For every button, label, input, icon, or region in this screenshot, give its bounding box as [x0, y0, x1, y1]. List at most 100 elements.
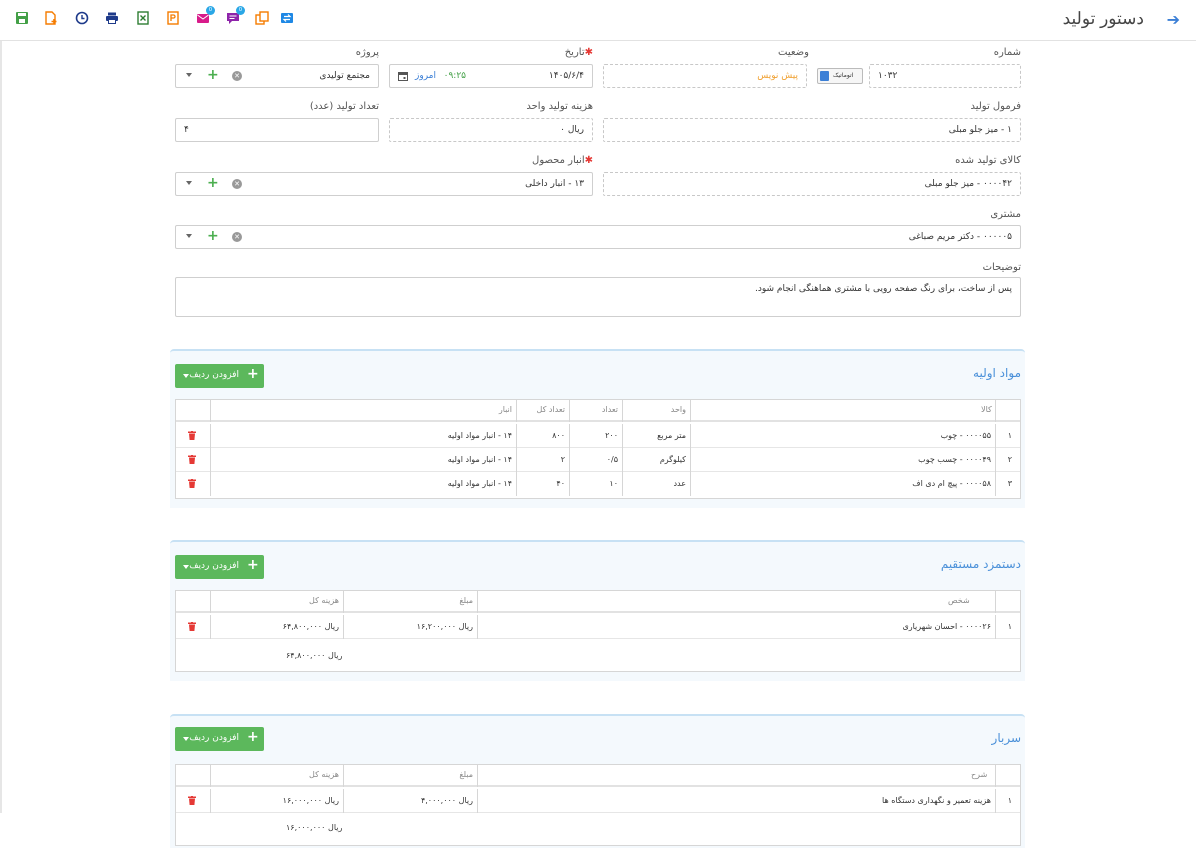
status-label: وضعیت	[778, 47, 809, 58]
col-item: کالا	[690, 400, 995, 422]
message-icon[interactable]: 0	[196, 6, 215, 25]
chevron-down-icon[interactable]	[183, 374, 189, 378]
date-label: ✱تاریخ	[564, 47, 593, 58]
col-amount: مبلغ	[343, 765, 477, 787]
toggle-swatch	[820, 71, 829, 81]
labor-table: هزینه کل مبلغ شخص ریال ۶۴,۸۰۰,۰۰۰ ریال ۱…	[175, 590, 1021, 672]
date-field[interactable]: ۱۴۰۵/۶/۴ ۰۹:۲۵ امروز	[389, 64, 593, 88]
delete-icon[interactable]	[188, 431, 196, 440]
overhead-table: هزینه کل مبلغ شرح ریال ۱۶,۰۰۰,۰۰۰ ریال ۴…	[175, 764, 1021, 846]
clear-icon[interactable]: ✕	[232, 71, 242, 81]
customer-value: ۰۰۰۰۰۵ - دکتر مریم صباغی	[908, 232, 1012, 242]
col-warehouse: انبار	[210, 400, 516, 422]
message-badge: 0	[206, 6, 215, 15]
delete-icon[interactable]	[188, 479, 196, 488]
warehouse-label: ✱انبار محصول	[532, 155, 593, 166]
save-icon[interactable]	[15, 11, 29, 25]
quantity-label: تعداد تولید (عدد)	[309, 101, 379, 112]
unit-cost-label: هزینه تولید واحد	[526, 101, 593, 112]
add-labor-row-button[interactable]: + افزودن ردیف	[175, 555, 264, 579]
warehouse-select[interactable]: ۱۳ - انبار داخلی + ✕	[175, 172, 593, 196]
back-arrow-icon[interactable]: ➔	[1167, 10, 1180, 29]
delete-icon[interactable]	[188, 455, 196, 464]
chevron-down-icon[interactable]	[183, 565, 189, 569]
chevron-down-icon[interactable]	[186, 181, 192, 185]
product-field: ۰۰۰۰۴۲ - میز جلو مبلی	[603, 172, 1021, 196]
table-row[interactable]: ۱۴ - انبار مواد اولیه ۸۰۰ ۲۰۰ متر مربع ۰…	[176, 424, 1020, 448]
pdf-icon[interactable]	[166, 11, 180, 25]
add-icon[interactable]: +	[207, 229, 219, 243]
delete-icon[interactable]	[188, 796, 196, 805]
chevron-down-icon[interactable]	[186, 73, 192, 77]
table-header: انبار تعداد کل تعداد واحد کالا	[176, 400, 1020, 422]
chevron-down-icon[interactable]	[183, 737, 189, 741]
project-select[interactable]: مجتمع تولیدی + ✕	[175, 64, 379, 88]
copy-icon[interactable]	[255, 11, 269, 25]
col-total: هزینه کل	[210, 591, 343, 613]
project-label: پروژه	[355, 47, 379, 58]
col-desc: شرح	[477, 765, 995, 787]
chat-badge: 0	[236, 6, 245, 15]
chat-icon[interactable]: 0	[226, 6, 245, 25]
number-field[interactable]: ۱۰۳۲	[869, 64, 1021, 88]
excel-icon[interactable]	[136, 11, 150, 25]
clear-icon[interactable]: ✕	[232, 232, 242, 242]
table-row[interactable]: ۱۴ - انبار مواد اولیه ۲ ۰/۵ کیلوگرم ۰۰۰۰…	[176, 448, 1020, 472]
today-link[interactable]: امروز	[415, 71, 436, 81]
table-row[interactable]: ریال ۶۴,۸۰۰,۰۰۰ ریال ۱۶,۲۰۰,۰۰۰ ۰۰۰۰۲۶ -…	[176, 615, 1020, 639]
add-icon[interactable]: +	[207, 68, 219, 82]
overhead-sum: ریال ۱۶,۰۰۰,۰۰۰	[286, 823, 343, 832]
quantity-input[interactable]: ۴	[175, 118, 379, 142]
overhead-title: سربار	[991, 731, 1021, 745]
clear-icon[interactable]: ✕	[232, 179, 242, 189]
materials-table: انبار تعداد کل تعداد واحد کالا ۱۴ - انبا…	[175, 399, 1021, 499]
page-title: دستور تولید	[1062, 9, 1144, 28]
plus-icon: +	[247, 366, 259, 382]
overhead-panel: سربار + افزودن ردیف هزینه کل مبلغ شرح ری…	[170, 714, 1025, 848]
formula-field: ۱ - میز جلو مبلی	[603, 118, 1021, 142]
unit-cost-value: ریال ۰	[560, 125, 584, 135]
print-icon[interactable]	[105, 11, 119, 25]
notes-value: پس از ساخت، برای رنگ صفحه رویی با مشتری …	[755, 284, 1012, 294]
customer-select[interactable]: ۰۰۰۰۰۵ - دکتر مریم صباغی + ✕	[175, 225, 1021, 249]
table-row[interactable]: ریال ۱۶,۰۰۰,۰۰۰ ریال ۴,۰۰۰,۰۰۰ هزینه تعم…	[176, 789, 1020, 813]
col-amount: مبلغ	[343, 591, 477, 613]
notes-label: توضیحات	[982, 262, 1021, 273]
notes-textarea[interactable]: پس از ساخت، برای رنگ صفحه رویی با مشتری …	[175, 277, 1021, 317]
plus-icon: +	[247, 557, 259, 573]
auto-number-toggle[interactable]: اتوماتیک	[817, 68, 863, 84]
calendar-icon[interactable]	[398, 71, 408, 81]
labor-panel: دستمزد مستقیم + افزودن ردیف هزینه کل مبل…	[170, 540, 1025, 681]
labor-sum: ریال ۶۴,۸۰۰,۰۰۰	[286, 651, 343, 660]
plus-icon: +	[247, 729, 259, 745]
formula-label: فرمول تولید	[970, 101, 1021, 112]
new-document-icon[interactable]	[44, 11, 58, 25]
table-row[interactable]: ۱۴ - انبار مواد اولیه ۴۰ ۱۰ عدد ۰۰۰۰۵۸ -…	[176, 472, 1020, 496]
col-qty: تعداد	[569, 400, 622, 422]
add-icon[interactable]: +	[207, 176, 219, 190]
status-value: پیش نویس	[757, 71, 798, 81]
table-header: هزینه کل مبلغ شرح	[176, 765, 1020, 787]
add-material-row-button[interactable]: + افزودن ردیف	[175, 364, 264, 388]
materials-panel: مواد اولیه + افزودن ردیف انبار تعداد کل …	[170, 349, 1025, 508]
auto-label: اتوماتیک	[833, 72, 854, 79]
history-icon[interactable]	[75, 11, 89, 25]
unit-cost-field: ریال ۰	[389, 118, 593, 142]
quantity-value: ۴	[184, 125, 189, 135]
top-bar: ➔ دستور تولید 0 0	[0, 0, 1196, 41]
col-total-qty: تعداد کل	[516, 400, 569, 422]
add-overhead-row-button[interactable]: + افزودن ردیف	[175, 727, 264, 751]
transfer-icon[interactable]	[280, 11, 294, 25]
product-value: ۰۰۰۰۴۲ - میز جلو مبلی	[924, 179, 1012, 189]
labor-title: دستمزد مستقیم	[940, 557, 1021, 571]
customer-label: مشتری	[990, 209, 1021, 220]
project-value: مجتمع تولیدی	[319, 71, 370, 81]
status-field: پیش نویس	[603, 64, 807, 88]
warehouse-value: ۱۳ - انبار داخلی	[525, 179, 584, 189]
col-person: شخص	[477, 591, 995, 613]
materials-title: مواد اولیه	[973, 366, 1021, 380]
table-header: هزینه کل مبلغ شخص	[176, 591, 1020, 613]
delete-icon[interactable]	[188, 622, 196, 631]
chevron-down-icon[interactable]	[186, 234, 192, 238]
number-value: ۱۰۳۲	[878, 71, 898, 81]
